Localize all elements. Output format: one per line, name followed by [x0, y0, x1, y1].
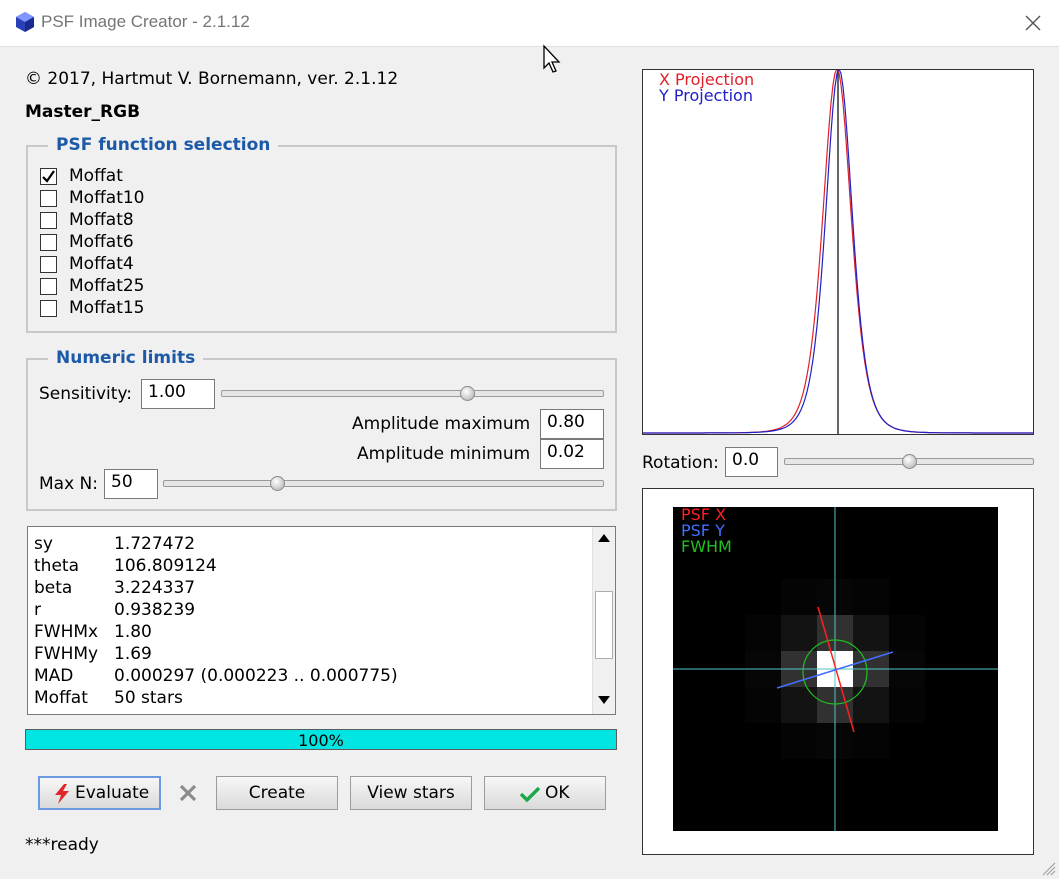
progress-bar: 100% — [25, 729, 617, 750]
title-bar: PSF Image Creator - 2.1.12 — [0, 0, 1059, 47]
psf-option-label: Moffat25 — [69, 276, 145, 296]
image-name: Master_RGB — [25, 102, 141, 122]
psf-option-checkbox[interactable] — [40, 212, 57, 229]
evaluate-button[interactable]: Evaluate — [38, 776, 161, 810]
result-key: beta — [34, 578, 73, 598]
psf-option-checkbox[interactable] — [40, 168, 57, 185]
copyright-text: © 2017, Hartmut V. Bornemann, ver. 2.1.1… — [25, 69, 399, 89]
projection-plot: X Projection Y Projection — [642, 69, 1034, 435]
progress-label: 100% — [298, 731, 344, 750]
rotation-slider-thumb[interactable] — [901, 454, 917, 469]
result-value: 1.69 — [114, 644, 152, 664]
amplitude-min-label: Amplitude minimum — [357, 444, 531, 464]
mouse-cursor-icon — [543, 44, 561, 73]
max-n-slider-thumb[interactable] — [269, 476, 285, 491]
rotation-label: Rotation: — [642, 453, 719, 473]
psf-option-label: Moffat — [69, 166, 123, 186]
resize-grip-icon[interactable] — [1040, 860, 1056, 876]
result-key: FWHMy — [34, 644, 99, 664]
ok-button-label: OK — [545, 783, 570, 803]
result-key: FWHMx — [34, 622, 99, 642]
max-n-slider[interactable] — [163, 480, 604, 487]
status-text: ***ready — [25, 835, 99, 855]
psf-option-label: Moffat6 — [69, 232, 134, 252]
psf-option-label: Moffat10 — [69, 188, 145, 208]
sensitivity-slider[interactable] — [221, 390, 604, 397]
lightning-icon — [55, 784, 69, 804]
ok-button[interactable]: OK — [484, 776, 606, 810]
amplitude-max-label: Amplitude maximum — [352, 414, 531, 434]
result-value: 50 stars — [114, 688, 183, 708]
amplitude-max-input[interactable]: 0.80 — [540, 409, 604, 439]
sensitivity-input[interactable]: 1.00 — [141, 379, 215, 409]
x-icon[interactable] — [178, 783, 198, 803]
create-button[interactable]: Create — [216, 776, 338, 810]
psf-option-checkbox[interactable] — [40, 190, 57, 207]
amplitude-min-input[interactable]: 0.02 — [540, 439, 604, 469]
results-scrollbar[interactable] — [592, 527, 615, 714]
psf-option-label: Moffat15 — [69, 298, 145, 318]
psf-option-checkbox[interactable] — [40, 300, 57, 317]
numeric-limits-legend: Numeric limits — [48, 348, 204, 368]
result-key: Moffat — [34, 688, 88, 708]
checkmark-icon — [519, 786, 541, 802]
psf-option-label: Moffat4 — [69, 254, 134, 274]
y-projection-legend: Y Projection — [659, 86, 753, 105]
result-value: 0.000297 (0.000223 .. 0.000775) — [114, 666, 398, 686]
scroll-down-icon[interactable] — [597, 695, 611, 705]
psf-option-label: Moffat8 — [69, 210, 134, 230]
window-title: PSF Image Creator - 2.1.12 — [41, 12, 250, 31]
psf-option-checkbox[interactable] — [40, 234, 57, 251]
scroll-up-icon[interactable] — [597, 533, 611, 543]
max-n-input[interactable]: 50 — [104, 469, 158, 499]
result-value: 1.727472 — [114, 534, 196, 554]
result-value: 3.224337 — [114, 578, 196, 598]
psf-image: PSF X PSF Y FWHM — [673, 507, 998, 831]
evaluate-button-label: Evaluate — [75, 783, 150, 803]
result-key: sy — [34, 534, 53, 554]
psf-selection-legend: PSF function selection — [48, 135, 279, 155]
result-value: 106.809124 — [114, 556, 217, 576]
results-list[interactable]: sy 1.727472 theta 106.809124 beta 3.224337 r 0.… — [27, 526, 616, 715]
psf-selection-group: PSF function selection Moffat Moffat10 Mof… — [26, 135, 617, 333]
result-key: MAD — [34, 666, 74, 686]
results-scrollbar-thumb[interactable] — [595, 591, 613, 659]
close-icon[interactable] — [1014, 6, 1052, 40]
result-value: 1.80 — [114, 622, 152, 642]
rotation-input[interactable]: 0.0 — [725, 447, 778, 477]
psf-option-checkbox[interactable] — [40, 256, 57, 273]
sensitivity-label: Sensitivity: — [39, 384, 132, 404]
result-key: theta — [34, 556, 79, 576]
blue-cube-icon — [16, 12, 34, 32]
result-value: 0.938239 — [114, 600, 196, 620]
result-key: r — [34, 600, 41, 620]
view-stars-button[interactable]: View stars — [350, 776, 472, 810]
max-n-label: Max N: — [39, 474, 98, 494]
psf-option-checkbox[interactable] — [40, 278, 57, 295]
fwhm-legend: FWHM — [681, 537, 732, 556]
